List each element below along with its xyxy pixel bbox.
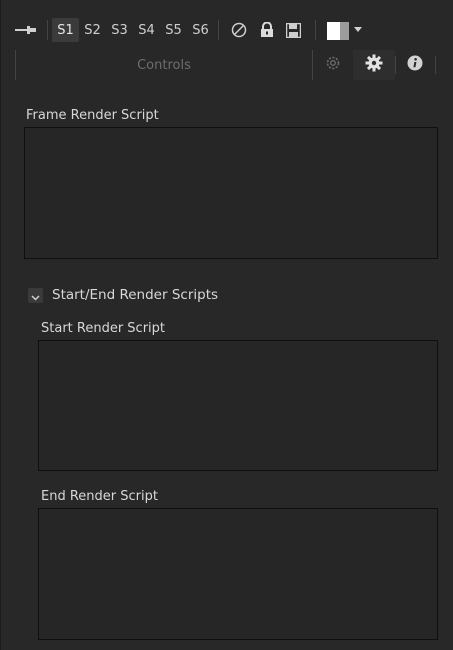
- toolbar-divider: [47, 20, 48, 40]
- inspector-toolbar: S1 S2 S3 S4 S5 S6: [1, 14, 453, 48]
- disable-icon[interactable]: [229, 18, 249, 42]
- tab-modifiers[interactable]: [316, 50, 350, 80]
- dropdown-caret-icon[interactable]: [354, 27, 362, 32]
- pin-icon[interactable]: [11, 18, 41, 42]
- slot-button-s5[interactable]: S5: [160, 18, 187, 42]
- inspector-tab-row: Controls: [1, 50, 453, 80]
- tab-info[interactable]: [397, 50, 433, 80]
- end-render-script-label: End Render Script: [41, 489, 158, 504]
- slot-button-s3[interactable]: S3: [106, 18, 133, 42]
- end-render-script-field[interactable]: [38, 508, 438, 640]
- lock-icon[interactable]: [257, 18, 277, 42]
- slot-button-s6[interactable]: S6: [187, 18, 214, 42]
- frame-render-script-field[interactable]: [24, 127, 438, 259]
- start-render-script-label: Start Render Script: [41, 321, 166, 336]
- inspector-panel: S1 S2 S3 S4 S5 S6 Controls Frame Render …: [0, 0, 453, 650]
- tab-controls[interactable]: Controls: [15, 50, 313, 80]
- toolbar-divider: [218, 20, 219, 40]
- frame-render-script-label: Frame Render Script: [26, 108, 159, 123]
- start-end-render-scripts-checkbox[interactable]: [28, 288, 43, 303]
- tab-divider: [395, 56, 396, 74]
- tab-controls-label: Controls: [137, 57, 191, 73]
- tab-settings[interactable]: [353, 50, 395, 80]
- save-icon[interactable]: [283, 18, 303, 42]
- info-icon: [407, 55, 423, 75]
- modifiers-icon: [325, 55, 341, 75]
- color-swatch[interactable]: [327, 22, 349, 40]
- chevron-down-icon: [31, 286, 40, 305]
- slot-button-s2[interactable]: S2: [79, 18, 106, 42]
- slot-button-s4[interactable]: S4: [133, 18, 160, 42]
- start-end-render-scripts-label: Start/End Render Scripts: [52, 287, 219, 303]
- start-render-script-field[interactable]: [38, 340, 438, 471]
- gear-icon: [365, 54, 383, 76]
- tab-divider: [435, 56, 436, 74]
- toolbar-divider: [315, 20, 316, 40]
- slot-button-s1[interactable]: S1: [52, 18, 79, 42]
